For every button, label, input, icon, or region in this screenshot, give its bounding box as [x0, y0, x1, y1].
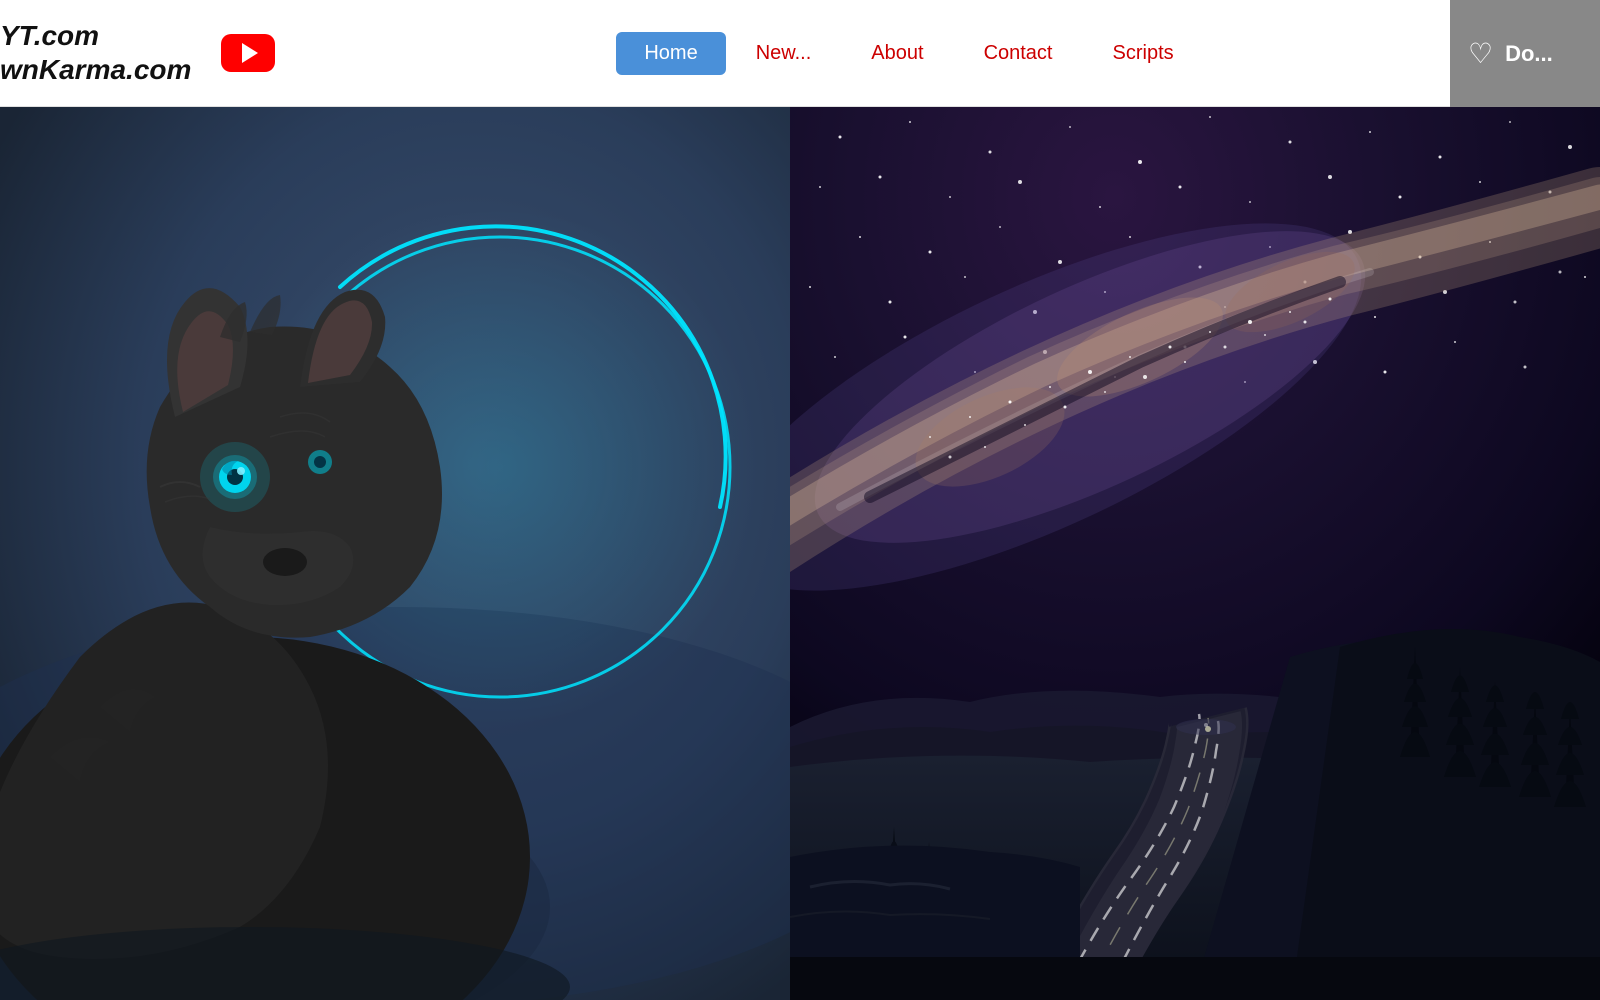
nav-contact[interactable]: Contact — [954, 32, 1083, 75]
donate-area: ♡ Do... — [1450, 0, 1600, 107]
main-content — [0, 107, 1600, 1000]
nav-new[interactable]: New... — [726, 32, 842, 75]
header: YT.com wnKarma.com Home New... About Con… — [0, 0, 1600, 107]
panel-night-road — [790, 107, 1600, 1000]
nav-home[interactable]: Home — [616, 32, 725, 75]
logo-line2: wnKarma.com — [0, 54, 191, 85]
panel-wolf — [0, 107, 790, 1000]
heart-icon: ♡ — [1468, 37, 1493, 70]
donate-button[interactable]: Do... — [1505, 41, 1553, 67]
wolf-scene-svg — [0, 107, 790, 1000]
nav-scripts[interactable]: Scripts — [1083, 32, 1204, 75]
main-nav: Home New... About Contact Scripts — [220, 32, 1600, 75]
logo-line1: YT.com — [0, 20, 99, 51]
logo-text: YT.com wnKarma.com — [0, 19, 191, 86]
night-scene-svg — [790, 107, 1600, 1000]
nav-about[interactable]: About — [841, 32, 953, 75]
